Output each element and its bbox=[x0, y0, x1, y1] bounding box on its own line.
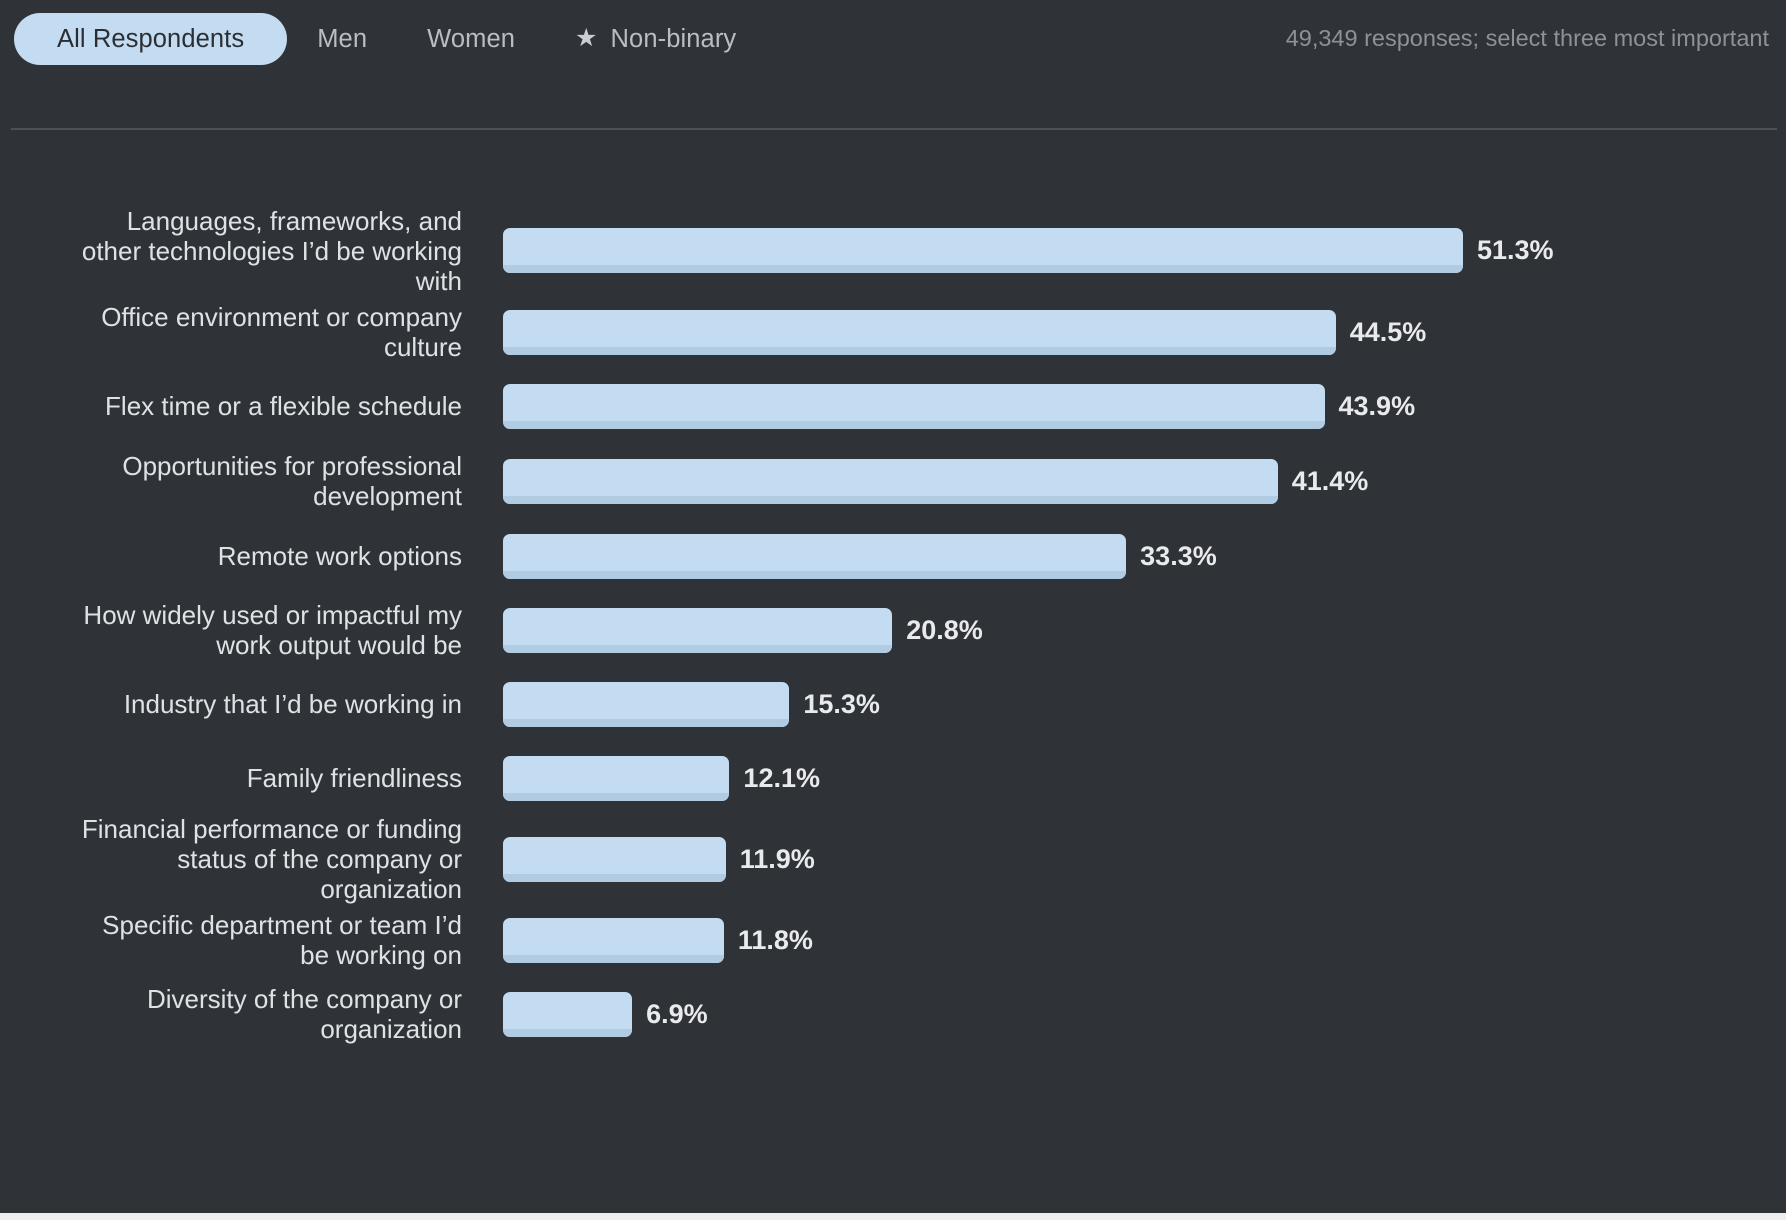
bar-category-label: Specific department or team I’d be worki… bbox=[102, 910, 462, 970]
bar-value-label: 43.9% bbox=[1338, 390, 1416, 421]
bar-zone: 12.1% bbox=[468, 741, 1786, 815]
chart-row[interactable]: How widely used or impactful my work out… bbox=[0, 593, 1786, 667]
bar[interactable] bbox=[503, 755, 730, 801]
bar-value-label: 12.1% bbox=[743, 762, 820, 793]
chart-row[interactable]: Remote work options 33.3% bbox=[0, 519, 1786, 593]
tab-men[interactable]: Men bbox=[287, 13, 397, 65]
chart-row[interactable]: Diversity of the company or organization… bbox=[0, 977, 1786, 1051]
bar-zone: 15.3% bbox=[468, 667, 1786, 741]
chart-rows: Languages, frameworks, and other technol… bbox=[0, 206, 1786, 1051]
responses-note: 49,349 responses; select three most impo… bbox=[1285, 25, 1769, 51]
bar-zone: 51.3% bbox=[468, 206, 1786, 295]
bar-zone: 44.5% bbox=[468, 295, 1786, 369]
bar[interactable] bbox=[503, 917, 724, 963]
bar-category-label: Languages, frameworks, and other technol… bbox=[81, 205, 462, 296]
bar-value-label: 11.9% bbox=[739, 843, 815, 874]
star-icon: ★ bbox=[575, 23, 598, 52]
bar[interactable] bbox=[503, 383, 1325, 429]
chart-page: All Respondents Men Women ★ Non-binary 49,34… bbox=[0, 0, 1786, 1213]
tab-all-respondents[interactable]: All Respondents bbox=[14, 13, 288, 65]
tab-non-binary[interactable]: ★ Non-binary bbox=[545, 13, 766, 65]
bar-category-label: Family friendliness bbox=[246, 763, 462, 793]
tab-label: Women bbox=[427, 24, 516, 53]
bar-category-label: Flex time or a flexible schedule bbox=[105, 391, 462, 421]
bar-value-label: 15.3% bbox=[803, 688, 880, 719]
bar-chart: Languages, frameworks, and other technol… bbox=[0, 129, 1786, 1213]
tab-label: Non-binary bbox=[610, 24, 737, 53]
bar-zone: 33.3% bbox=[468, 519, 1786, 593]
bar[interactable] bbox=[503, 228, 1463, 273]
chart-row[interactable]: Office environment or company culture 44.… bbox=[0, 295, 1786, 369]
bar-value-label: 6.9% bbox=[646, 998, 708, 1029]
tab-label: All Respondents bbox=[57, 24, 245, 53]
bar-category-label: Financial performance or funding status … bbox=[81, 814, 462, 904]
bar[interactable] bbox=[503, 836, 726, 882]
bar-category-label: Office environment or company culture bbox=[101, 302, 462, 362]
tab-label: Men bbox=[317, 24, 368, 53]
bar-value-label: 41.4% bbox=[1291, 465, 1369, 496]
chart-row[interactable]: Specific department or team I’d be worki… bbox=[0, 903, 1786, 977]
bar-category-label: Industry that I’d be working in bbox=[123, 689, 462, 719]
chart-row[interactable]: Languages, frameworks, and other technol… bbox=[0, 205, 1786, 296]
bar-zone: 20.8% bbox=[468, 593, 1786, 667]
bar-zone: 41.4% bbox=[468, 443, 1786, 519]
bar-category-label: Opportunities for professional developme… bbox=[122, 451, 462, 511]
bar-value-label: 44.5% bbox=[1349, 316, 1427, 347]
bar-category-label: Remote work options bbox=[217, 541, 462, 571]
page-bottom-edge bbox=[0, 1213, 1786, 1220]
bar[interactable] bbox=[503, 991, 633, 1037]
bar[interactable] bbox=[503, 533, 1127, 579]
bar-zone: 6.9% bbox=[468, 977, 1786, 1051]
bar-category-label: Diversity of the company or organization bbox=[146, 984, 462, 1044]
bar[interactable] bbox=[503, 458, 1278, 504]
chart-row[interactable]: Family friendliness 12.1% bbox=[0, 741, 1786, 815]
bar-category-label: How widely used or impactful my work out… bbox=[83, 600, 462, 660]
bar-value-label: 20.8% bbox=[906, 614, 983, 645]
respondent-tabs: All Respondents Men Women ★ Non-binary bbox=[14, 13, 766, 65]
bar[interactable] bbox=[503, 309, 1336, 355]
chart-row[interactable]: Flex time or a flexible schedule 43.9% bbox=[0, 369, 1786, 443]
chart-row[interactable]: Opportunities for professional developme… bbox=[0, 443, 1786, 519]
bar-value-label: 51.3% bbox=[1477, 235, 1554, 265]
bar[interactable] bbox=[503, 681, 790, 727]
bar-zone: 11.8% bbox=[468, 903, 1786, 977]
chart-row[interactable]: Financial performance or funding status … bbox=[0, 814, 1786, 904]
bar-zone: 11.9% bbox=[468, 815, 1786, 903]
bar[interactable] bbox=[503, 607, 893, 653]
tab-women[interactable]: Women bbox=[397, 13, 545, 65]
chart-row[interactable]: Industry that I’d be working in 15.3% bbox=[0, 667, 1786, 741]
header: All Respondents Men Women ★ Non-binary 49,34… bbox=[0, 0, 1786, 130]
bar-zone: 43.9% bbox=[468, 369, 1786, 443]
bar-value-label: 33.3% bbox=[1140, 540, 1217, 571]
bar-value-label: 11.8% bbox=[737, 924, 813, 955]
